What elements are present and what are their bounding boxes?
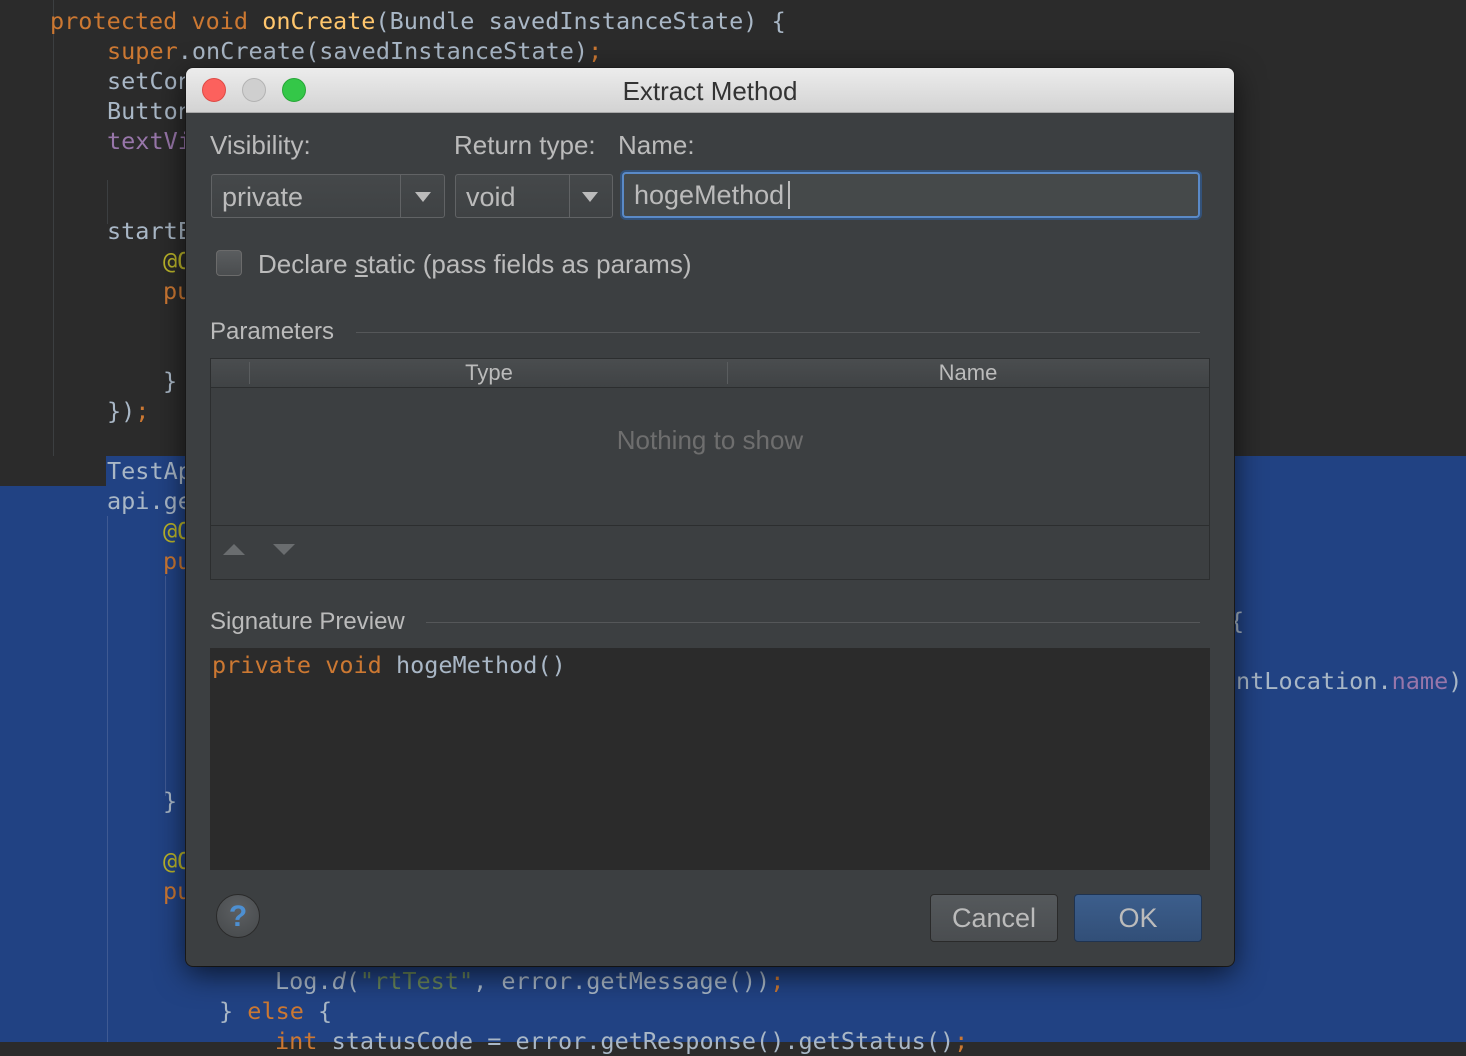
code-line: }: [163, 367, 178, 395]
indent-guide: [165, 576, 166, 796]
indent-guide: [53, 0, 54, 456]
code-line: api.ge: [107, 487, 192, 515]
code-line: int statusCode = error.getResponse().get…: [275, 1027, 969, 1055]
signature-text: private void hogeMethod(): [212, 651, 566, 679]
declare-static-label[interactable]: Declare static (pass fields as params): [258, 249, 692, 280]
signature-preview-title: Signature Preview: [210, 608, 405, 635]
dropdown-separator: [569, 175, 570, 217]
move-up-icon[interactable]: [223, 544, 245, 555]
selection-gap: [0, 456, 106, 486]
name-label: Name:: [618, 130, 695, 160]
return-type-label: Return type:: [454, 130, 596, 160]
code-line: } else {: [219, 997, 333, 1025]
text-cursor: [788, 181, 790, 209]
ok-button[interactable]: OK: [1074, 894, 1202, 942]
chevron-down-icon[interactable]: [582, 192, 598, 202]
code-line: Log.d("rtTest", error.getMessage());: [275, 967, 785, 995]
dropdown-separator: [400, 175, 401, 217]
column-header-name[interactable]: Name: [729, 359, 1207, 387]
dialog-title: Extract Method: [622, 76, 798, 106]
table-header: Type Name: [211, 359, 1209, 388]
column-header-type[interactable]: Type: [251, 359, 727, 387]
visibility-dropdown[interactable]: private: [211, 174, 445, 218]
empty-table-text: Nothing to show: [616, 425, 804, 455]
column-divider: [249, 362, 250, 384]
chevron-down-icon[interactable]: [415, 192, 431, 202]
section-divider: [426, 622, 1200, 623]
code-line: setCon: [107, 67, 192, 95]
section-divider: [356, 332, 1200, 333]
declare-static-checkbox[interactable]: [216, 250, 242, 276]
method-name-input[interactable]: [622, 172, 1200, 218]
code-line: ntLocation.name);: [1236, 667, 1466, 695]
visibility-label: Visibility:: [210, 130, 311, 160]
code-line: TestAp: [107, 457, 192, 485]
help-button[interactable]: ?: [216, 894, 260, 938]
code-line: Button: [107, 97, 192, 125]
parameters-table[interactable]: Type Name Nothing to show: [210, 358, 1210, 580]
code-line: }: [163, 787, 178, 815]
column-divider: [727, 362, 728, 384]
return-type-dropdown[interactable]: void: [455, 174, 613, 218]
indent-guide: [107, 516, 108, 1042]
table-toolbar: [211, 525, 1209, 580]
code-line: });: [107, 397, 150, 425]
move-down-icon[interactable]: [273, 544, 295, 555]
code-line: startE: [107, 217, 192, 245]
signature-preview: private void hogeMethod(): [210, 648, 1210, 870]
cancel-button[interactable]: Cancel: [930, 894, 1058, 942]
code-line: textVi: [107, 127, 192, 155]
title-bar[interactable]: Extract Method: [186, 68, 1234, 113]
extract-method-dialog: Extract Method Visibility: Return type: …: [186, 68, 1234, 966]
code-line: protected void onCreate(Bundle savedInst…: [50, 7, 786, 35]
visibility-value: private: [222, 182, 304, 212]
parameters-section-title: Parameters: [210, 318, 335, 345]
return-type-value: void: [466, 182, 516, 212]
code-line: super.onCreate(savedInstanceState);: [107, 37, 603, 65]
